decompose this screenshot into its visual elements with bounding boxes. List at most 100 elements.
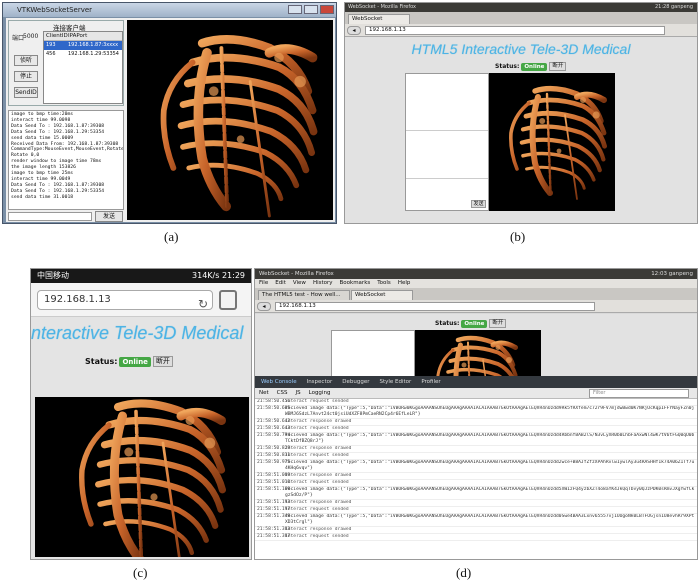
page-content: HTML5 Interactive Tele-3D Medical Status…: [345, 37, 697, 223]
log-row: 21:58:50.456 interact request sended: [255, 399, 697, 406]
devtools-tab[interactable]: Inspector: [307, 376, 333, 388]
send-button[interactable]: 发送: [95, 211, 123, 222]
firefox-desktop: WebSocket - Mozilla Firefox 21:28 ganpen…: [344, 2, 698, 224]
divider: [406, 130, 488, 131]
filter-toggle[interactable]: JS: [295, 388, 300, 398]
url-input[interactable]: 192.168.1.13: [275, 302, 595, 311]
client-ip-cell: 192.168.1.29:53354: [68, 51, 119, 57]
log-row: 21:58:51.348 recieved image data:{"Type":…: [255, 514, 697, 527]
log-message: interact response drawed: [285, 446, 352, 451]
filter-toggle[interactable]: Net: [259, 388, 269, 398]
send-button[interactable]: 发送: [471, 200, 486, 208]
tabs-icon[interactable]: [219, 290, 237, 310]
log-message: interact response drawed: [285, 500, 352, 505]
render-view[interactable]: [127, 20, 333, 220]
log-time: 21:58:50.794: [257, 433, 291, 438]
caption-b: (b): [510, 229, 526, 244]
url-input[interactable]: 192.168.1.13: [365, 26, 665, 35]
listen-button[interactable]: 侦听: [14, 55, 38, 66]
devtools-tab[interactable]: Style Editor: [379, 376, 411, 388]
filter-toggle[interactable]: Logging: [309, 388, 331, 398]
log-row: 21:58:50.975 recieved image data:{"Type":…: [255, 460, 697, 473]
maximize-button[interactable]: [304, 5, 318, 14]
client-id-cell: 193: [46, 42, 56, 48]
log-time: 21:58:51.383: [257, 527, 291, 532]
log-time: 21:58:50.605: [257, 406, 291, 411]
message-area[interactable]: 发送: [405, 73, 489, 211]
status-badge: Online: [521, 62, 548, 71]
menu-item[interactable]: History: [313, 279, 333, 288]
url-text: 192.168.1.13: [44, 294, 111, 305]
log-message: recieved image data:{"Type":5,"Data":"iV…: [285, 487, 695, 498]
tab-websocket[interactable]: WebSocket: [348, 14, 410, 24]
port-value[interactable]: 5000: [23, 33, 38, 40]
menu-item[interactable]: Tools: [377, 279, 391, 288]
message-area[interactable]: [331, 330, 415, 376]
render-view[interactable]: [35, 397, 249, 557]
phone-clock: 314K/s 21:29: [192, 271, 245, 280]
caption-a: (a): [164, 229, 179, 244]
page-content: Status: Online 断开: [255, 314, 697, 376]
log-message: interact request sended: [285, 399, 349, 404]
stop-button[interactable]: 停止: [14, 71, 38, 82]
mobile-address-bar: 192.168.1.13 ↻: [31, 283, 251, 317]
log-time: 21:58:51.010: [257, 480, 291, 485]
message-input[interactable]: [8, 212, 92, 221]
table-row[interactable]: 456 192.168.1.29:53354: [44, 50, 122, 59]
minimize-button[interactable]: [288, 5, 302, 14]
devtools-tab[interactable]: Debugger: [342, 376, 369, 388]
filter-toggle[interactable]: CSS: [277, 388, 288, 398]
web-console: Web Console Inspector Debugger Style Editor…: [255, 376, 697, 559]
log-message: interact response drawed: [285, 473, 352, 478]
console-filter-bar: Net CSS JS Logging Filter: [255, 388, 697, 399]
render-view[interactable]: [415, 330, 541, 376]
phone-status-bar: 中国移动 314K/s 21:29: [31, 269, 251, 283]
os-topbar: WebSocket - Mozilla Firefox 21:28 ganpen…: [345, 3, 697, 12]
disconnect-button[interactable]: 断开: [489, 319, 507, 328]
log-time: 21:58:51.197: [257, 507, 291, 512]
log-row: 21:58:51.009 interact response drawed: [255, 473, 697, 480]
send-id-button[interactable]: SendID: [14, 87, 38, 98]
log-row: 21:58:51.383 interact response drawed: [255, 527, 697, 534]
status-badge: Online: [461, 319, 488, 328]
tab-html5-test[interactable]: The HTML5 test - How well...: [258, 290, 350, 300]
menu-item[interactable]: Edit: [275, 279, 286, 288]
tab-strip: The HTML5 test - How well... WebSocket: [255, 288, 697, 300]
status-label: Status:: [85, 357, 118, 366]
devtools-tab[interactable]: Web Console: [261, 376, 297, 388]
menu-item[interactable]: Help: [398, 279, 411, 288]
log-line: send data time 31.0018: [11, 194, 74, 200]
back-icon[interactable]: ◂: [347, 26, 361, 35]
log-message: recieved image data:{"Type":5,"Data":"iV…: [285, 514, 695, 525]
devtools-tab[interactable]: Profiler: [421, 376, 440, 388]
log-time: 21:58:50.829: [257, 446, 291, 451]
refresh-icon[interactable]: ↻: [198, 295, 208, 313]
log-time: 21:58:51.387: [257, 534, 291, 539]
tab-websocket[interactable]: WebSocket: [351, 290, 413, 300]
column-header: ClientID: [46, 33, 68, 39]
back-icon[interactable]: ◂: [257, 302, 271, 311]
log-message: interact response drawed: [285, 527, 352, 532]
menu-item[interactable]: Bookmarks: [340, 279, 371, 288]
log-time: 21:58:50.456: [257, 399, 291, 404]
divider: [406, 178, 488, 179]
tab-strip: WebSocket: [345, 12, 697, 24]
console-log: 21:58:50.456 interact request sended 21:58…: [255, 399, 697, 559]
close-button[interactable]: [320, 5, 334, 14]
page-title: HTML5 Interactive Tele-3D Medical: [411, 41, 631, 57]
os-topbar: WebSocket - Mozilla Firefox 12:03 ganpen…: [255, 269, 697, 279]
filter-input[interactable]: Filter: [589, 389, 689, 398]
disconnect-button[interactable]: 断开: [152, 356, 173, 367]
menu-item[interactable]: File: [259, 279, 268, 288]
os-clock: 12:03 ganpeng: [651, 271, 693, 277]
log-message: recieved image data:{"Type":5,"Data":"iV…: [285, 433, 695, 444]
menu-item[interactable]: View: [293, 279, 306, 288]
client-table: ClientID IPAPort 193 192.168.1.87:3xxxx …: [43, 31, 123, 104]
disconnect-button[interactable]: 断开: [549, 62, 567, 71]
log-row: 21:58:50.794 recieved image data:{"Type":…: [255, 433, 697, 446]
log-time: 21:58:50.975: [257, 460, 291, 465]
log-time: 21:58:50.643: [257, 426, 291, 431]
render-view[interactable]: [489, 73, 615, 211]
table-row[interactable]: 193 192.168.1.87:3xxxx: [44, 41, 122, 50]
url-input[interactable]: 192.168.1.13 ↻: [37, 290, 213, 313]
